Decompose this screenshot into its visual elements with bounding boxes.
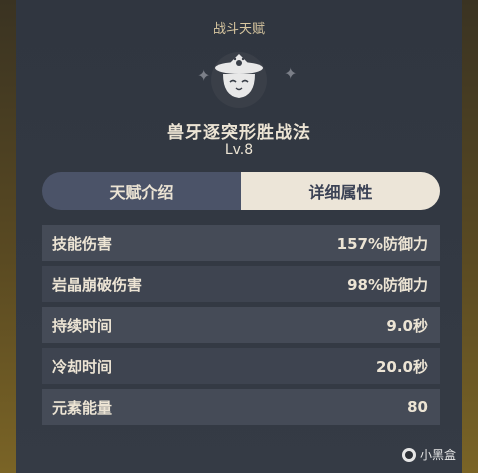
talent-category: 战斗天赋 [212,22,265,37]
attribute-label: 元素能量 [52,398,113,417]
list-item: 冷却时间 20.0秒 [42,348,440,384]
attribute-label: 技能伤害 [52,234,113,253]
list-item: 技能伤害 157%防御力 [42,225,440,261]
heybox-logo-icon [401,447,416,462]
attribute-list: 技能伤害 157%防御力 岩晶崩破伤害 98%防御力 持续时间 9.0秒 冷却时… [42,225,440,430]
sparkle-icon: ✦ [284,64,298,83]
skill-level: Lv.8 [224,142,254,158]
skill-name: 兽牙逐突形胜战法 [167,123,311,143]
left-frame-border [0,0,16,473]
attribute-label: 持续时间 [52,316,113,335]
tab-talent-intro[interactable]: 天赋介绍 [42,172,241,210]
watermark: 小黑盒 [401,446,456,463]
attribute-value: 9.0秒 [386,316,428,335]
attribute-value: 157%防御力 [336,234,428,253]
list-item: 元素能量 80 [42,389,440,425]
attribute-value: 98%防御力 [347,275,428,294]
watermark-text: 小黑盒 [419,448,456,462]
attribute-value: 20.0秒 [375,357,428,376]
tab-detailed-attributes[interactable]: 详细属性 [241,172,440,210]
right-frame-border [462,0,478,473]
attribute-value: 80 [407,398,428,416]
attribute-label: 岩晶崩破伤害 [52,275,143,294]
talent-detail-panel: 战斗天赋 ✦ ✦ 兽牙逐突形胜战法 Lv.8 天赋介绍 详细属性 技能伤害 15… [16,0,462,473]
list-item: 持续时间 9.0秒 [42,307,440,343]
cat-hat-icon [209,48,269,108]
attribute-label: 冷却时间 [52,357,113,376]
talent-tabs: 天赋介绍 详细属性 [42,172,440,210]
list-item: 岩晶崩破伤害 98%防御力 [42,266,440,302]
